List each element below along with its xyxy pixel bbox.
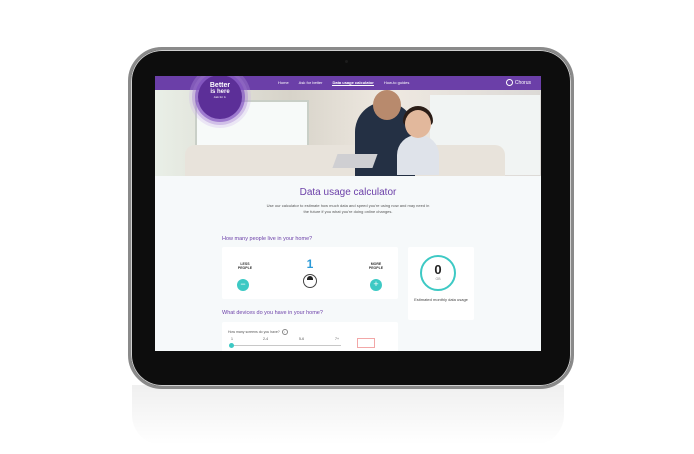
- page-intro: Use our calculator to estimate how much …: [266, 203, 430, 214]
- screens-slider-labels: 1 2-4 5-6 7+: [228, 337, 348, 343]
- page-title: Data usage calculator: [299, 187, 397, 198]
- nav-home[interactable]: Home: [278, 80, 289, 86]
- highlight-box: [357, 338, 375, 348]
- more-people-button[interactable]: +: [370, 279, 382, 291]
- hero-man-head: [373, 90, 401, 120]
- camera-dot: [345, 60, 348, 63]
- usage-gauge: 0 GB: [420, 255, 456, 291]
- hero-girl: [397, 135, 439, 175]
- person-avatar-icon: [303, 274, 317, 288]
- usage-unit: GB: [435, 277, 441, 281]
- devices-question: What devices do you have in your home?: [222, 310, 323, 316]
- screens-slider-track[interactable]: [231, 345, 341, 346]
- usage-card: 0 GB Estimated monthly data usage: [408, 247, 474, 320]
- website-screen: Home Ask for better Data usage calculato…: [155, 76, 541, 351]
- brand-logo[interactable]: Chorus: [505, 79, 531, 86]
- badge-line-3: Ask for it.: [213, 95, 227, 99]
- slider-option-1[interactable]: 1: [231, 337, 233, 341]
- usage-label: Estimated monthly data usage: [414, 297, 468, 302]
- chorus-logo-icon: [505, 79, 513, 86]
- badge-line-1: Better: [209, 82, 231, 89]
- better-is-here-badge[interactable]: Better is here Ask for it.: [198, 76, 242, 119]
- tablet-reflection: [132, 385, 564, 445]
- nav-ask-for-better[interactable]: Ask for better: [299, 80, 323, 86]
- screens-question: How many screens do you have? i: [228, 329, 288, 335]
- hero-tablet: [332, 154, 378, 168]
- slider-option-7-plus[interactable]: 7+: [335, 337, 339, 341]
- hero-girl-head: [405, 110, 431, 138]
- less-people-button[interactable]: −: [237, 279, 249, 291]
- slider-option-2-4[interactable]: 2-4: [263, 337, 268, 341]
- screens-slider-thumb[interactable]: [229, 343, 234, 348]
- usage-value: 0: [434, 262, 442, 277]
- screens-question-text: How many screens do you have?: [228, 330, 280, 334]
- people-card: LESS PEOPLE − 1 MORE PEOPLE +: [222, 247, 398, 299]
- people-question: How many people live in your home?: [222, 236, 313, 242]
- more-people-label: MORE PEOPLE: [368, 262, 384, 270]
- slider-option-5-6[interactable]: 5-6: [299, 337, 304, 341]
- info-icon[interactable]: i: [281, 329, 288, 335]
- devices-card: How many screens do you have? i 1 2-4 5-…: [222, 322, 398, 351]
- brand-name: Chorus: [514, 79, 531, 86]
- nav-data-usage-calculator[interactable]: Data usage calculator: [332, 80, 374, 86]
- nav-how-to-guides[interactable]: How-to guides: [384, 80, 410, 86]
- nav-links: Home Ask for better Data usage calculato…: [278, 80, 419, 86]
